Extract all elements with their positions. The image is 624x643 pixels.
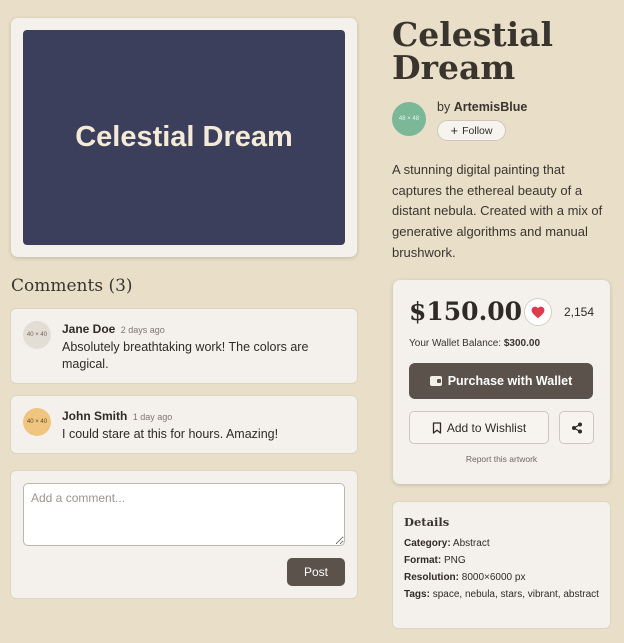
wallet-balance-label: Your Wallet Balance: — [409, 338, 502, 349]
comments-heading: Comments (3) — [11, 276, 133, 296]
comment-meta: John Smith 1 day ago — [62, 409, 172, 423]
bookmark-icon — [432, 421, 441, 434]
like-count: 2,154 — [564, 305, 595, 319]
comment-text: Absolutely breathtaking work! The colors… — [62, 340, 309, 371]
artist-avatar[interactable]: 48 × 48 — [392, 102, 426, 136]
detail-format-value: PNG — [444, 555, 466, 566]
share-button[interactable] — [559, 411, 594, 444]
artwork-image-label: Celestial Dream — [75, 121, 293, 153]
purchase-with-wallet-button[interactable]: Purchase with Wallet — [409, 363, 593, 399]
details-list: Category: Abstract Format: PNG Resolutio… — [404, 537, 600, 605]
details-heading: Details — [404, 515, 450, 529]
detail-category-label: Category: — [404, 538, 451, 549]
artist-name[interactable]: ArtemisBlue — [454, 100, 528, 114]
detail-resolution-label: Resolution: — [404, 572, 459, 583]
avatar: 40 × 40 — [23, 321, 51, 349]
artwork-card: Celestial Dream — [11, 18, 357, 257]
add-to-wishlist-button[interactable]: Add to Wishlist — [409, 411, 549, 444]
detail-category-value: Abstract — [452, 538, 490, 549]
details-card: Details Category: Abstract Format: PNG R… — [393, 502, 610, 628]
wishlist-label: Add to Wishlist — [446, 420, 527, 435]
detail-format-label: Format: — [404, 555, 442, 566]
add-comment-card: Post — [11, 471, 357, 598]
comment-meta: Jane Doe 2 days ago — [62, 322, 165, 336]
comment-time: 2 days ago — [120, 325, 165, 335]
plus-icon: + — [450, 122, 459, 138]
comment-item: 40 × 40 Jane Doe 2 days ago Absolutely b… — [11, 309, 357, 383]
comment-text: I could stare at this for hours. Amazing… — [62, 427, 279, 441]
artist-by-prefix: by — [437, 100, 451, 114]
artist-byline: by ArtemisBlue — [437, 100, 527, 114]
follow-label: Follow — [462, 124, 493, 137]
wallet-icon — [429, 376, 442, 386]
detail-format: Format: PNG — [404, 554, 600, 568]
purchase-card: $150.00 2,154 Your Wallet Balance: $300.… — [393, 280, 610, 484]
page-title: Celestial Dream — [392, 15, 554, 87]
purchase-label: Purchase with Wallet — [447, 374, 573, 388]
price: $150.00 — [409, 297, 523, 326]
wallet-balance: Your Wallet Balance: $300.00 — [409, 338, 540, 349]
comment-item: 40 × 40 John Smith 1 day ago I could sta… — [11, 396, 357, 453]
comment-author[interactable]: John Smith — [62, 409, 127, 423]
follow-button[interactable]: + Follow — [437, 120, 506, 141]
detail-resolution: Resolution: 8000×6000 px — [404, 571, 600, 585]
avatar: 40 × 40 — [23, 408, 51, 436]
detail-category: Category: Abstract — [404, 537, 600, 551]
comment-author[interactable]: Jane Doe — [62, 322, 115, 336]
report-artwork-link[interactable]: Report this artwork — [393, 454, 610, 464]
detail-resolution-value: 8000×6000 px — [461, 572, 526, 583]
artwork-image[interactable]: Celestial Dream — [23, 30, 345, 245]
comment-input[interactable] — [23, 483, 345, 546]
share-icon — [571, 422, 582, 433]
detail-tags: Tags: space, nebula, stars, vibrant, abs… — [404, 588, 600, 602]
detail-tags-value: space, nebula, stars, vibrant, abstract — [432, 589, 599, 600]
detail-tags-label: Tags: — [404, 589, 430, 600]
artwork-description: A stunning digital painting that capture… — [392, 162, 603, 260]
heart-icon — [531, 306, 545, 318]
post-button[interactable]: Post — [287, 558, 345, 586]
comment-time: 1 day ago — [132, 412, 173, 422]
wallet-balance-value: $300.00 — [503, 338, 541, 349]
like-button[interactable] — [524, 298, 552, 326]
